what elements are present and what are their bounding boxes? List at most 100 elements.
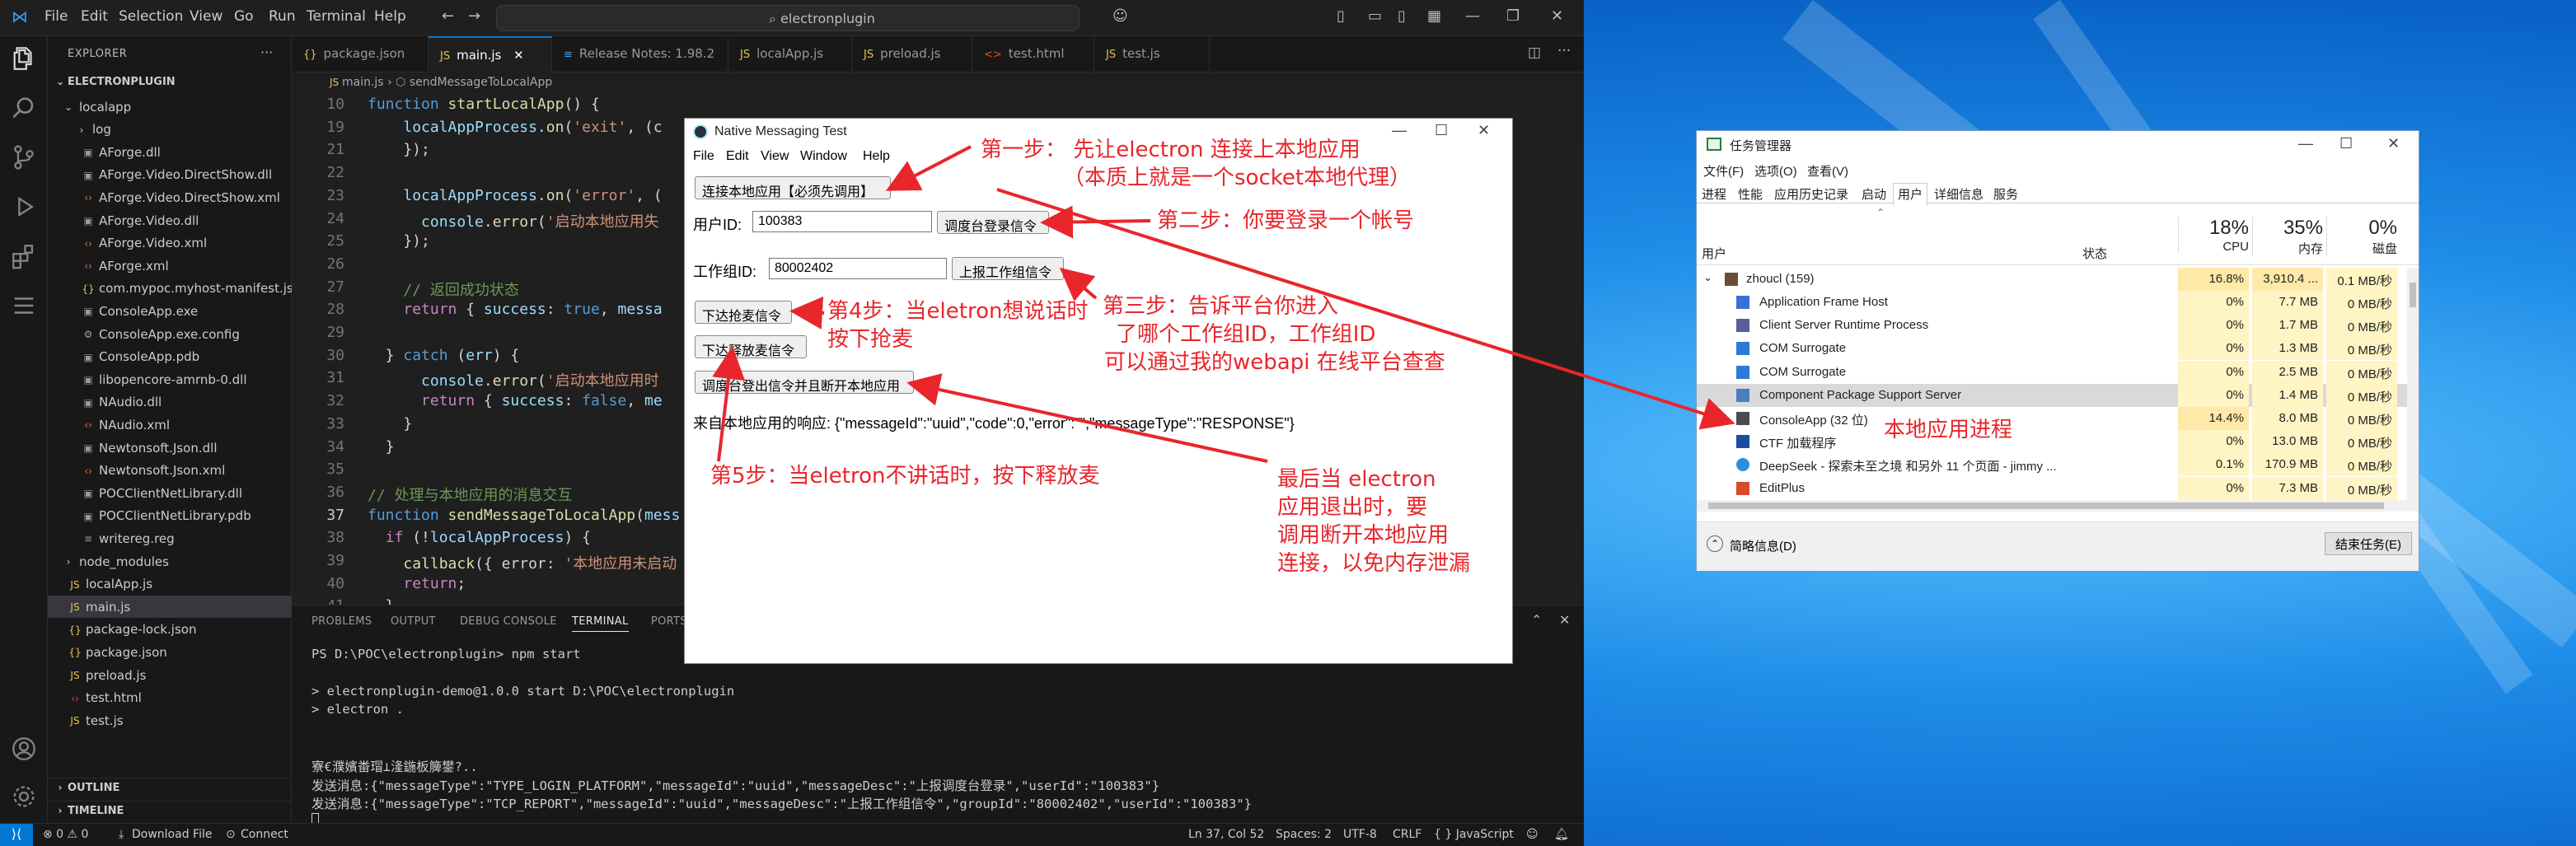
remote-indicator-icon[interactable]: ⟩⟨ <box>0 824 33 846</box>
nm-menu-help[interactable]: Help <box>863 149 890 164</box>
tm-horizontal-scrollbar[interactable] <box>1697 500 2419 512</box>
tm-process-row[interactable]: COM Surrogate 0% 1.3 MB 0 MB/秒 <box>1697 337 2407 361</box>
group-id-input[interactable] <box>769 258 947 279</box>
editor-tab[interactable]: JS main.js ✕ <box>429 36 552 72</box>
nm-menu-edit[interactable]: Edit <box>726 149 749 164</box>
download-file-status[interactable]: Download File <box>132 828 212 841</box>
explorer-file[interactable]: ‹› NAudio.xml <box>48 414 292 436</box>
nm-menu-file[interactable]: File <box>693 149 714 164</box>
col-user[interactable]: 用户 <box>1702 245 1726 262</box>
back-arrow-icon[interactable]: ← <box>442 7 454 25</box>
copilot-status-icon[interactable]: ☺ <box>1526 828 1539 841</box>
editor-more-icon[interactable]: ··· <box>1557 43 1571 59</box>
tm-process-row[interactable]: ConsoleApp (32 位) 14.4% 8.0 MB 0 MB/秒 <box>1697 407 2407 430</box>
tm-process-row[interactable]: Application Frame Host 0% 7.7 MB 0 MB/秒 <box>1697 291 2407 314</box>
editor-tab[interactable]: JS preload.js <box>852 36 972 72</box>
tm-menu-options[interactable]: 选项(O) <box>1754 162 1797 180</box>
nm-menu-window[interactable]: Window <box>800 149 847 164</box>
ptt-request-button[interactable]: 下达抢麦信令 <box>695 301 792 324</box>
tm-process-row[interactable]: EditPlus 0% 7.3 MB 0 MB/秒 <box>1697 476 2407 500</box>
forward-arrow-icon[interactable]: → <box>468 7 480 25</box>
nm-maximize-icon[interactable]: ☐ <box>1435 122 1448 139</box>
col-disk[interactable]: 0% 磁盘 <box>2326 217 2397 257</box>
connect-local-app-button[interactable]: 连接本地应用【必须先调用】 <box>695 176 891 199</box>
tm-tab-details[interactable]: 详细信息 <box>1934 185 1984 203</box>
tm-close-icon[interactable]: ✕ <box>2387 135 2400 152</box>
logout-disconnect-button[interactable]: 调度台登出信令并且断开本地应用 <box>695 371 914 394</box>
menu-file[interactable]: File <box>44 8 68 25</box>
outline-section[interactable]: › OUTLINE <box>48 778 292 800</box>
explorer-file[interactable]: ‹› AForge.Video.DirectShow.xml <box>48 186 292 208</box>
explorer-file[interactable]: ▣ Newtonsoft.Json.dll <box>48 437 292 459</box>
layout-sidebar-icon[interactable]: ▯ <box>1337 7 1345 25</box>
col-memory[interactable]: 35% 内存 <box>2252 217 2323 257</box>
layout-secondary-icon[interactable]: ▯ <box>1398 7 1406 25</box>
split-editor-icon[interactable]: ◫ <box>1528 44 1541 61</box>
tm-process-row[interactable]: CTF 加载程序 0% 13.0 MB 0 MB/秒 <box>1697 430 2407 454</box>
explorer-icon[interactable] <box>10 44 38 72</box>
tab-ports[interactable]: PORTS <box>651 615 687 628</box>
account-icon[interactable] <box>10 735 38 763</box>
menu-view[interactable]: View <box>190 8 222 25</box>
nm-menu-view[interactable]: View <box>761 149 789 164</box>
explorer-file[interactable]: ‹› Newtonsoft.Json.xml <box>48 460 292 482</box>
editor-tab[interactable]: <> test.html <box>972 36 1094 72</box>
extensions-icon[interactable] <box>10 242 38 270</box>
tm-process-row[interactable]: Client Server Runtime Process 0% 1.7 MB 0 M… <box>1697 314 2407 338</box>
timeline-section[interactable]: › TIMELINE <box>48 801 292 823</box>
cursor-position[interactable]: Ln 37, Col 52 <box>1188 828 1264 841</box>
explorer-file[interactable]: ≡ writereg.reg <box>48 527 292 549</box>
more-actions-icon[interactable]: ··· <box>260 44 273 60</box>
explorer-file[interactable]: ▣ ConsoleApp.exe <box>48 300 292 322</box>
editor-tab[interactable]: JS test.js <box>1094 36 1210 72</box>
user-id-input[interactable] <box>752 211 932 232</box>
explorer-file[interactable]: ‹› AForge.Video.xml <box>48 232 292 255</box>
menu-run[interactable]: Run <box>269 8 296 25</box>
explorer-folder[interactable]: › log <box>48 119 292 141</box>
explorer-folder[interactable]: › node_modules <box>48 550 292 573</box>
explorer-file[interactable]: ‹› AForge.xml <box>48 255 292 277</box>
run-debug-icon[interactable] <box>10 193 38 221</box>
close-tab-icon[interactable]: ✕ <box>509 48 524 63</box>
close-panel-icon[interactable]: ✕ <box>1559 612 1570 628</box>
explorer-file[interactable]: {} com.mypoc.myhost-manifest.js... <box>48 278 292 300</box>
menu-help[interactable]: Help <box>374 8 406 25</box>
explorer-file[interactable]: ▣ ConsoleApp.pdb <box>48 346 292 368</box>
settings-gear-icon[interactable] <box>10 783 38 811</box>
menu-edit[interactable]: Edit <box>81 8 108 25</box>
tm-menu-file[interactable]: 文件(F) <box>1703 162 1744 180</box>
tm-tab-app-history[interactable]: 应用历史记录 <box>1774 185 1848 203</box>
nm-minimize-icon[interactable]: — <box>1392 122 1407 139</box>
tab-terminal[interactable]: TERMINAL <box>572 615 629 632</box>
restore-icon[interactable]: ❐ <box>1506 7 1520 25</box>
explorer-file[interactable]: JS main.js <box>48 596 292 619</box>
editor-tab[interactable]: JS localApp.js <box>728 36 852 72</box>
file-encoding[interactable]: UTF-8 <box>1343 828 1377 841</box>
brief-info-link[interactable]: 简略信息(D) <box>1730 537 1796 554</box>
tm-tab-performance[interactable]: 性能 <box>1738 185 1763 203</box>
report-group-button[interactable]: 上报工作组信令 <box>952 257 1064 280</box>
tm-minimize-icon[interactable]: — <box>2298 135 2313 152</box>
explorer-file[interactable]: ▣ POCClientNetLibrary.dll <box>48 482 292 504</box>
language-mode[interactable]: { } JavaScript <box>1434 828 1514 841</box>
search-icon[interactable] <box>10 94 38 122</box>
ptt-release-button[interactable]: 下达释放麦信令 <box>695 335 807 358</box>
tm-process-row[interactable]: DeepSeek - 探索未至之境 和另外 11 个页面 - jimmy ...… <box>1697 453 2407 477</box>
command-center-search[interactable]: ⌕ electronplugin <box>496 5 1080 31</box>
breadcrumb-file[interactable]: main.js <box>342 76 384 89</box>
copilot-icon[interactable]: ☺ <box>1112 7 1128 25</box>
explorer-file[interactable]: JS preload.js <box>48 664 292 686</box>
menu-go[interactable]: Go <box>234 8 254 25</box>
tab-output[interactable]: OUTPUT <box>391 615 436 628</box>
explorer-folder[interactable]: ⌄ localapp <box>48 96 292 118</box>
tm-tab-services[interactable]: 服务 <box>1993 185 2018 203</box>
explorer-file[interactable]: JS localApp.js <box>48 573 292 596</box>
tab-debug-console[interactable]: DEBUG CONSOLE <box>460 615 557 628</box>
explorer-file[interactable]: ▣ NAudio.dll <box>48 391 292 414</box>
tm-menu-view[interactable]: 查看(V) <box>1807 162 1848 180</box>
explorer-file[interactable]: JS test.js <box>48 709 292 731</box>
line-ending[interactable]: CRLF <box>1393 828 1421 841</box>
explorer-file[interactable]: {} package.json <box>48 641 292 663</box>
tm-maximize-icon[interactable]: ☐ <box>2339 135 2353 152</box>
maximize-panel-icon[interactable]: ⌃ <box>1531 612 1542 628</box>
